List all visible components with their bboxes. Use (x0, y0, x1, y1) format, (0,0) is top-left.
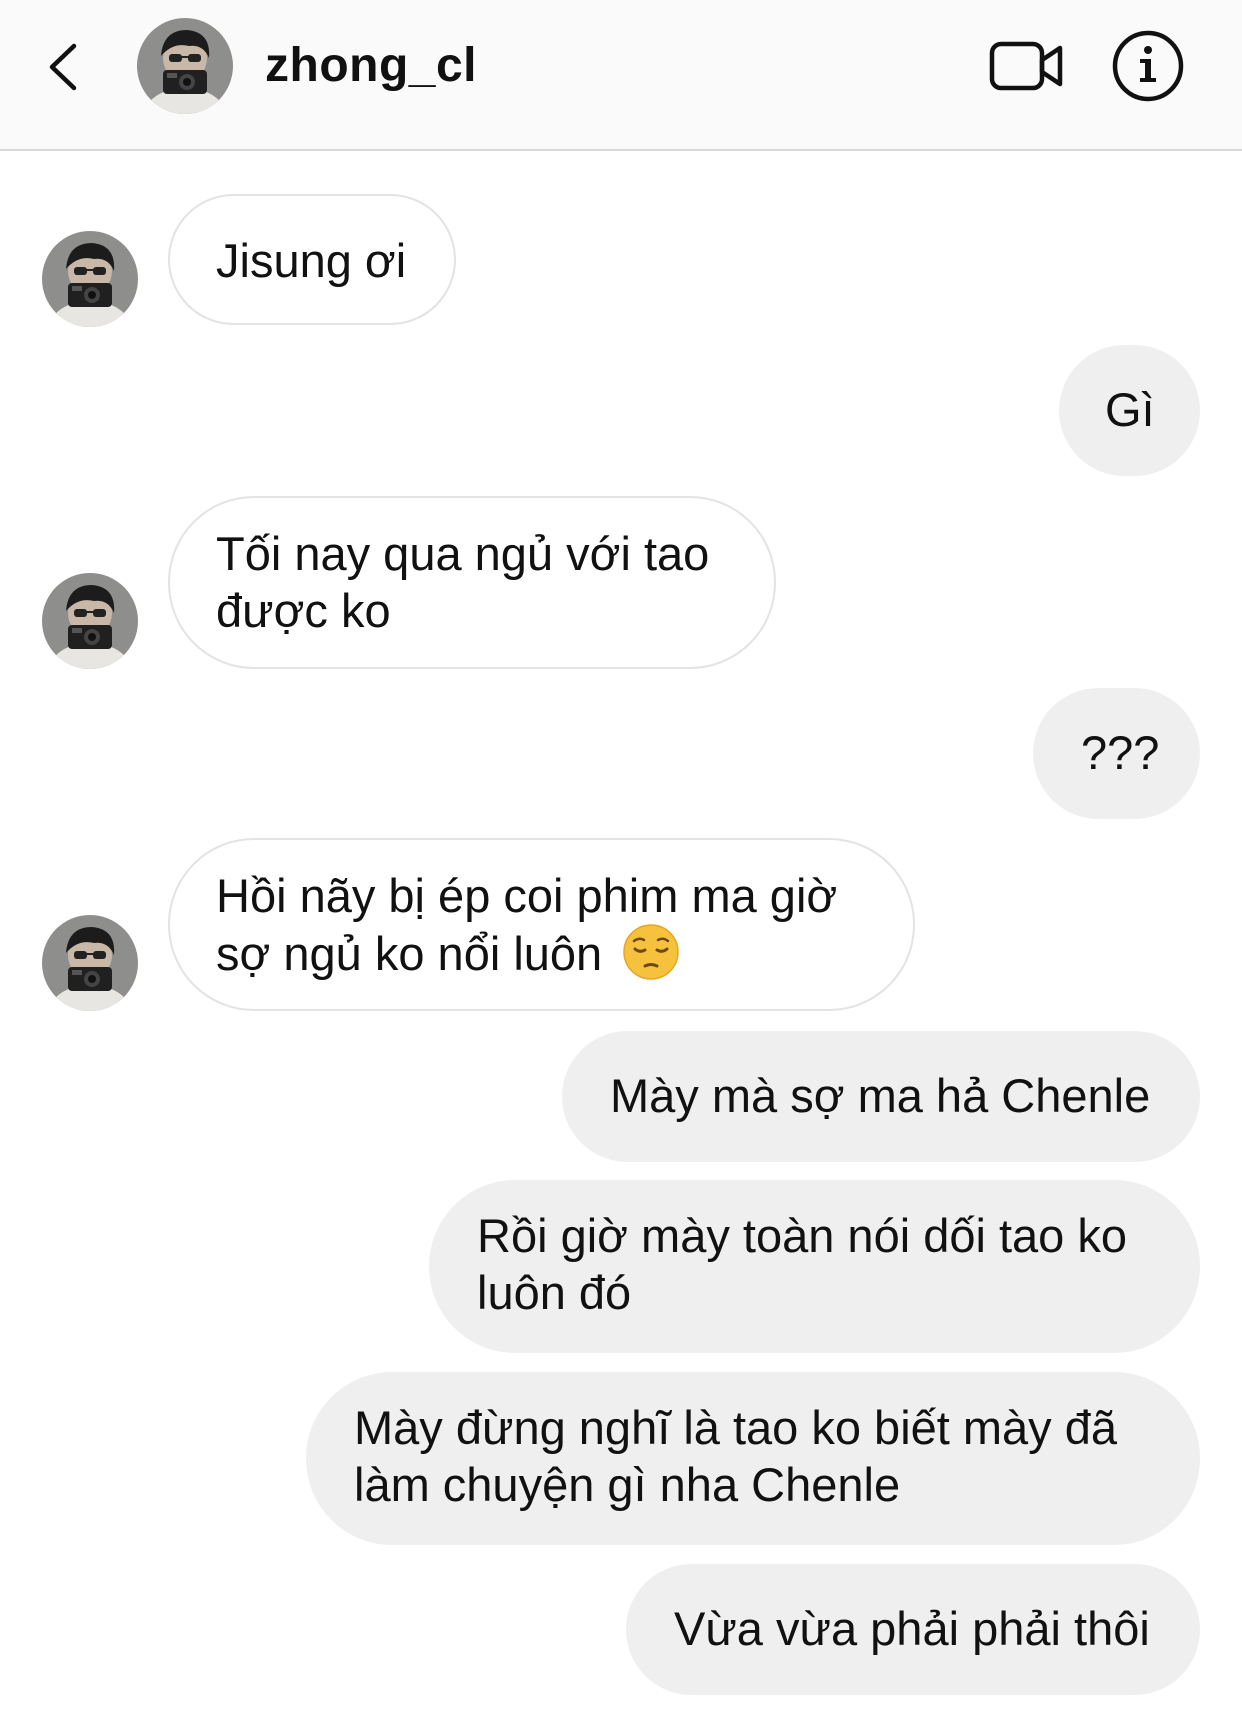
message-text: ??? (1081, 726, 1160, 779)
header-avatar[interactable] (137, 18, 233, 114)
avatar-image (42, 231, 138, 327)
message-text: Jisung ơi (216, 234, 407, 287)
avatar-image (137, 18, 233, 114)
message-text-line: luôn đó (477, 1266, 632, 1319)
message-bubble-outgoing[interactable]: Vừa vừa phải phải thôi (626, 1564, 1200, 1695)
video-camera-icon (989, 41, 1063, 91)
sender-avatar[interactable] (42, 915, 138, 1011)
message-bubble-outgoing[interactable]: Mày mà sợ ma hả Chenle (562, 1031, 1200, 1162)
pensive-face-emoji (623, 924, 680, 980)
message-bubble-outgoing[interactable]: Mày đừng nghĩ là tao ko biết mày đã làm … (306, 1372, 1200, 1545)
message-text-line: Mày đừng nghĩ là tao ko biết mày đã (354, 1401, 1118, 1454)
message-text-line: Hồi nãy bị ép coi phim ma giờ (216, 869, 838, 922)
message-text-line: được ko (216, 584, 391, 637)
back-button[interactable] (38, 36, 98, 96)
message-bubble-outgoing[interactable]: Rồi giờ mày toàn nói dối tao ko luôn đó (429, 1180, 1200, 1353)
message-bubble-incoming[interactable]: Tối nay qua ngủ với tao được ko (168, 496, 776, 669)
message-bubble-incoming[interactable]: Hồi nãy bị ép coi phim ma giờ sợ ngủ ko … (168, 838, 915, 1011)
message-bubble-outgoing[interactable]: Gì (1059, 345, 1200, 476)
info-icon (1112, 30, 1184, 102)
message-text-line: Rồi giờ mày toàn nói dối tao ko (477, 1209, 1128, 1262)
message-text: Mày mà sợ ma hả Chenle (610, 1069, 1151, 1122)
avatar-image (42, 573, 138, 669)
message-text: Vừa vừa phải phải thôi (674, 1602, 1150, 1655)
info-button[interactable] (1110, 28, 1186, 104)
message-bubble-outgoing[interactable]: ??? (1033, 688, 1200, 819)
avatar-image (42, 915, 138, 1011)
message-text-line: làm chuyện gì nha Chenle (354, 1458, 901, 1511)
message-text-line: sợ ngủ ko nổi luôn (216, 927, 603, 980)
message-text: Gì (1105, 383, 1155, 436)
sender-avatar[interactable] (42, 573, 138, 669)
message-text-line: Tối nay qua ngủ với tao (216, 527, 710, 580)
username[interactable]: zhong_cl (265, 36, 477, 96)
chat-header: zhong_cl (0, 0, 1242, 151)
message-bubble-incoming[interactable]: Jisung ơi (168, 194, 456, 325)
sender-avatar[interactable] (42, 231, 138, 327)
video-call-button[interactable] (988, 36, 1068, 96)
chevron-left-icon (49, 43, 77, 91)
